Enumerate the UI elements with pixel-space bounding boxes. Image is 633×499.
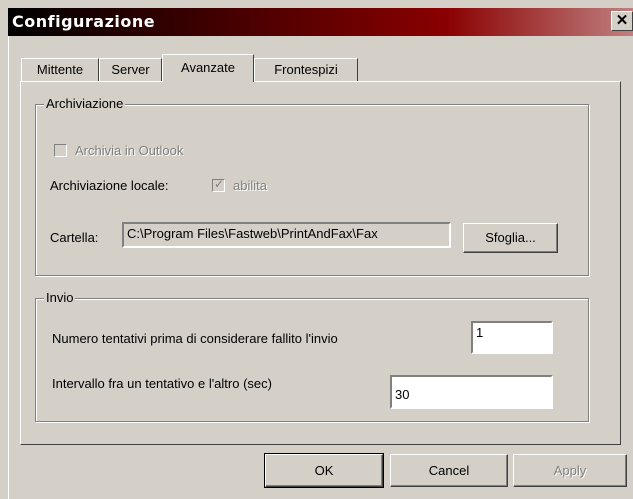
sfoglia-button[interactable]: Sfoglia... (463, 223, 558, 253)
abilita-label: abilita (233, 178, 267, 193)
tab-label: Avanzate (181, 60, 235, 75)
cartella-field[interactable]: C:\Program Files\Fastweb\PrintAndFax\Fax (122, 222, 451, 248)
title-bar[interactable]: Configurazione ✕ (8, 8, 633, 36)
cancel-button[interactable]: Cancel (390, 454, 508, 487)
abilita-checkbox[interactable]: ✓ (212, 177, 225, 192)
group-invio-label: Invio (44, 290, 76, 305)
tab-server[interactable]: Server (99, 58, 162, 82)
intervallo-input[interactable]: 30 (390, 375, 553, 409)
archiviazione-locale-label: Archiviazione locale: (50, 178, 169, 193)
tentativi-label: Numero tentativi prima di considerare fa… (52, 331, 338, 346)
cartella-label: Cartella: (50, 230, 99, 245)
tab-mittente[interactable]: Mittente (21, 58, 99, 82)
apply-button[interactable]: Apply (513, 454, 627, 487)
archivia-outlook-checkbox[interactable] (54, 144, 67, 157)
intervallo-label: Intervallo fra un tentativo e l'altro (s… (52, 376, 272, 391)
check-icon: ✓ (214, 177, 225, 191)
tab-label: Mittente (36, 62, 84, 77)
tab-label: Frontespizi (274, 62, 338, 77)
window-title: Configurazione (12, 12, 156, 31)
tentativi-input[interactable]: 1 (471, 321, 553, 354)
tab-avanzate[interactable]: Avanzate (162, 54, 254, 82)
tab-panel-avanzate: Archiviazione Archivia in Outlook Archiv… (20, 81, 621, 445)
ok-button[interactable]: OK (264, 453, 384, 488)
tab-label: Server (111, 62, 150, 77)
group-archiviazione-label: Archiviazione (44, 96, 126, 111)
tab-frontespizi[interactable]: Frontespizi (254, 58, 358, 82)
window-edge (8, 36, 9, 499)
dialog-window: Configurazione ✕ Mittente Server Avanzat… (0, 0, 633, 499)
close-icon[interactable]: ✕ (611, 11, 633, 31)
archivia-outlook-label: Archivia in Outlook (75, 143, 184, 158)
